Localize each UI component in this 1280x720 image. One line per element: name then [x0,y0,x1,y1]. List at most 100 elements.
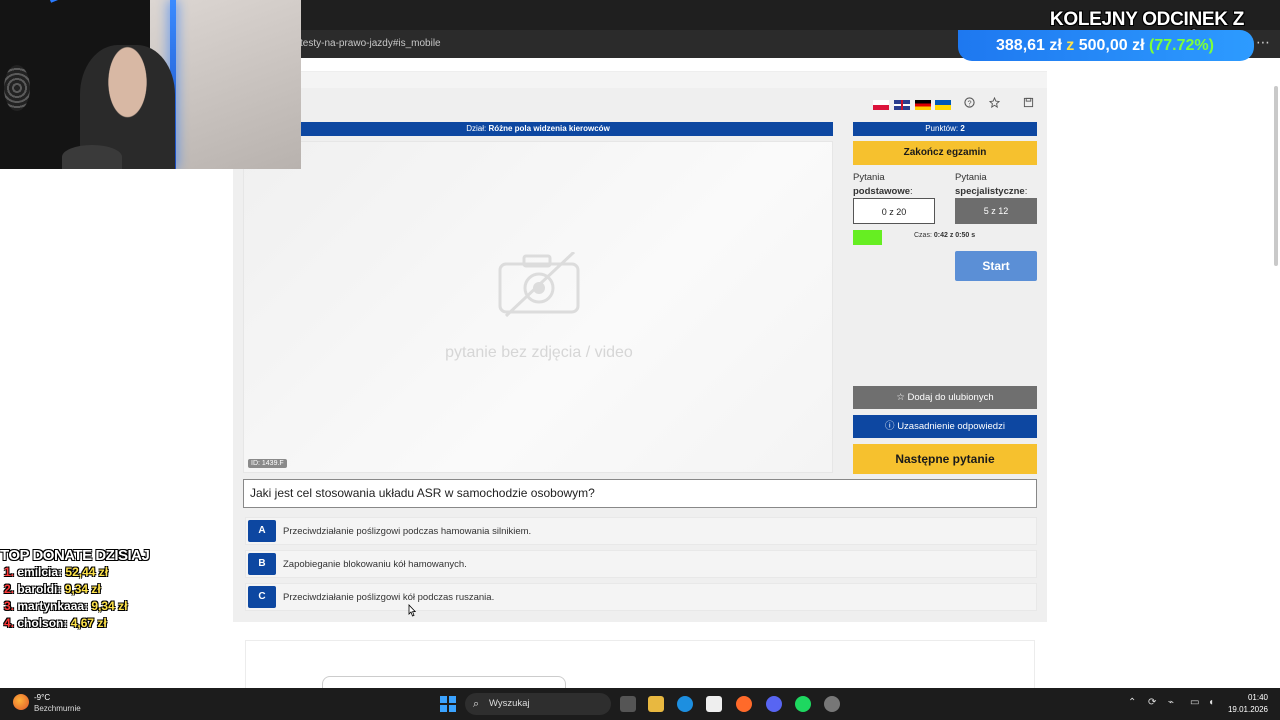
no-camera-icon [498,252,580,318]
top-donate-title: TOP DONATE DZISIAJ [0,547,150,564]
webcam-dartboard [4,65,30,111]
category-prefix: Dział: [466,124,487,133]
favorite-label: Dodaj do ulubionych [907,392,994,403]
points-bar: Punktów: 2 [853,122,1037,136]
star-icon: ☆ [896,392,908,403]
finish-exam-button[interactable]: Zakończ egzamin [853,141,1037,165]
search-placeholder: Wyszukaj [489,698,530,709]
donor-rank: 1. [4,565,15,579]
clock-time[interactable]: 01:40 [1246,693,1268,702]
question-text: Jaki jest cel stosowania układu ASR w sa… [243,479,1037,508]
goal-progress-bar: 388,61 zł z 500,00 zł (77.72%) [958,30,1254,61]
spec-label-line1: Pytania [955,172,987,183]
goal-current: 388,61 zł [996,37,1062,54]
donor-amount: 9,34 zł [64,582,101,596]
basic-label-line2: podstawowe [853,186,911,197]
file-explorer-icon[interactable] [648,696,664,712]
donor-rank: 2. [4,582,15,596]
donor-name: emilcia [17,565,59,579]
goal-percent: (77.72%) [1149,37,1214,54]
points-value: 2 [960,124,965,133]
media-placeholder-text: pytanie bez zdjęcia / video [445,344,633,361]
help-icon[interactable]: ? [962,97,976,111]
page-scrollbar[interactable] [1274,86,1278,266]
donor-row: 4. cholson: 4,67 zł [4,616,107,630]
start-button[interactable]: Start [955,251,1037,281]
edge-icon[interactable] [677,696,693,712]
taskbar: -9°C Bezchmurnie ⌕ Wyszukaj ⌃ ⟳ ⌁ ▭ ◖ 01… [0,688,1280,720]
save-icon[interactable] [1021,97,1035,111]
basic-question-counter: 0 z 20 [853,198,935,224]
app-icon[interactable] [824,696,840,712]
mouse-cursor-icon [408,604,416,617]
volume-icon[interactable]: ◖ [1208,697,1214,708]
answer-text: Przeciwdziałanie poślizgowi podczas hamo… [283,526,532,537]
next-question-button[interactable]: Następne pytanie [853,444,1037,474]
star-icon[interactable] [987,96,1001,111]
webcam-microphone [62,145,122,169]
clock-date[interactable]: 19.01.2026 [1226,705,1268,714]
flag-en-icon[interactable] [894,100,910,110]
answer-text: Zapobieganie blokowaniu kół hamowanych. [283,559,467,570]
specialist-questions-label: Pytania specjalistyczne: [955,172,1028,197]
answer-option-a[interactable]: A Przeciwdziałanie poślizgowi podczas ha… [245,517,1037,545]
firefox-icon[interactable] [736,696,752,712]
donor-amount: 52,44 zł [65,565,109,579]
points-label: Punktów: [925,124,959,133]
answer-option-c[interactable]: C Przeciwdziałanie poślizgowi kół podcza… [245,583,1037,611]
flag-pl-icon[interactable] [873,100,889,110]
donor-amount: 4,67 zł [70,616,107,630]
answer-option-b[interactable]: B Zapobieganie blokowaniu kół hamowanych… [245,550,1037,578]
taskbar-search[interactable]: ⌕ Wyszukaj [465,693,611,715]
timer-readout: Czas: 0:42 z 0:50 s [914,232,975,239]
goal-target: 500,00 zł [1078,37,1145,54]
weather-temperature: -9°C [34,693,51,702]
donor-amount: 9,34 zł [91,599,128,613]
specialist-question-counter: 5 z 12 [955,198,1037,224]
chevron-up-icon[interactable]: ⌃ [1128,697,1136,708]
donor-row: 1. emilcia: 52,44 zł [4,565,109,579]
answer-letter: C [248,586,276,608]
answer-text: Przeciwdziałanie poślizgowi kół podczas … [283,592,495,603]
sync-icon[interactable]: ⟳ [1148,697,1156,708]
category-bar: Dział: Różne pola widzenia kierowców [243,122,833,136]
category-name: Różne pola widzenia kierowców [488,124,610,133]
spec-label-line2: specjalistyczne [955,186,1025,197]
weather-description: Bezchmurnie [34,704,81,713]
question-circle-icon: ⓘ [885,421,898,432]
answer-letter: B [248,553,276,575]
url-text: testy-na-prawo-jazdy#is_mobile [300,38,441,49]
page-gap [233,72,1047,88]
donor-rank: 4. [4,616,15,630]
top-donate-list: TOP DONATE DZISIAJ 1. emilcia: 52,44 zł … [0,547,175,632]
timer-label: Czas: [914,232,932,239]
windows-start-icon[interactable] [440,696,456,712]
timer-progress-bar [853,230,882,245]
task-view-icon[interactable] [620,696,636,712]
timer-value: 0:42 z 0:50 s [933,232,976,239]
webcam-overlay [0,0,301,169]
basic-label-line1: Pytania [853,172,885,183]
weather-icon[interactable] [13,694,29,710]
svg-text:?: ? [967,98,971,107]
donor-name: martynkaaa [17,599,85,613]
flag-ua-icon[interactable] [935,100,951,110]
answer-letter: A [248,520,276,542]
network-icon[interactable]: ⌁ [1168,697,1174,708]
store-icon[interactable] [706,696,722,712]
explanation-button[interactable]: ⓘ Uzasadnienie odpowiedzi [853,415,1037,438]
donor-row: 2. baroldi: 9,34 zł [4,582,101,596]
add-favorite-button[interactable]: ☆ Dodaj do ulubionych [853,386,1037,409]
page-header-strip [233,58,1047,72]
flag-de-icon[interactable] [915,100,931,110]
donor-name: cholson [17,616,64,630]
donor-rank: 3. [4,599,15,613]
donor-row: 3. martynkaaa: 9,34 zł [4,599,128,613]
question-id-badge: ID: 1439.F [248,459,287,468]
basic-questions-label: Pytania podstawowe: [853,172,913,197]
goal-of: z [1066,37,1075,54]
explanation-label: Uzasadnienie odpowiedzi [897,421,1005,432]
spotify-icon[interactable] [795,696,811,712]
monitor-icon[interactable]: ▭ [1190,697,1199,708]
discord-icon[interactable] [766,696,782,712]
